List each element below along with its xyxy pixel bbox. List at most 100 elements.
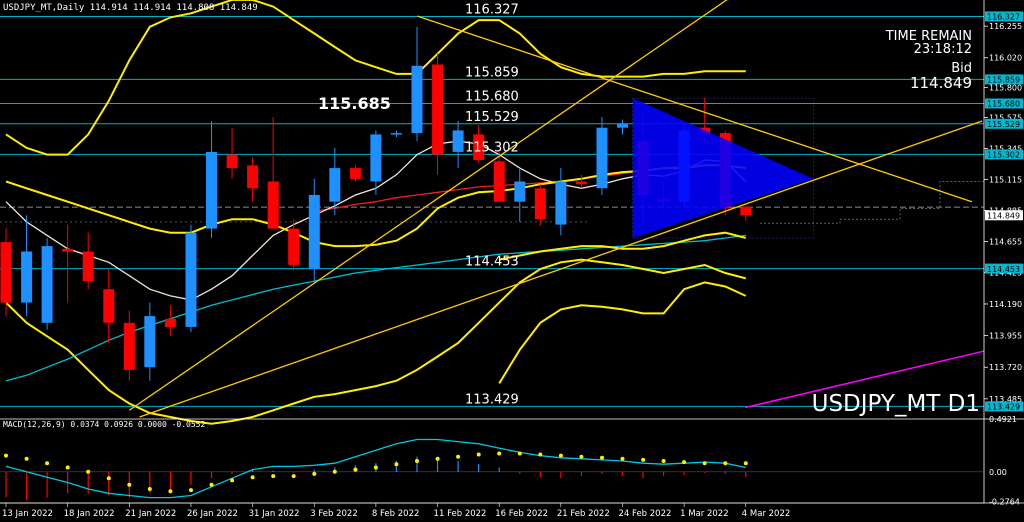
chart: 116.327 115.859 115.680 115.529 115.302 114.4…: [0, 0, 1024, 522]
candle-body: [144, 316, 156, 368]
macd-signal-dot: [476, 452, 481, 457]
time-tick-label: 11 Feb 2022: [434, 509, 487, 519]
candle-body: [349, 168, 361, 179]
axis-tick-label: 114.190: [989, 300, 1022, 309]
candle-body: [267, 181, 279, 229]
macd-signal-dot: [24, 456, 29, 461]
time-tick-label: 8 Feb 2022: [372, 509, 420, 519]
time-tick-label: 1 Mar 2022: [680, 509, 728, 519]
macd-signal-dot: [271, 474, 276, 479]
level-tag: 115.680: [987, 100, 1020, 109]
macd-signal-dot: [641, 457, 646, 462]
macd-signal-dot: [497, 451, 502, 456]
candle-body: [164, 318, 176, 327]
level-tag: 114.453: [987, 265, 1020, 274]
level-label: 114.453: [465, 255, 519, 270]
candle-body: [617, 123, 628, 128]
axis-tick-label: 116.255: [989, 22, 1022, 31]
candle-body: [247, 165, 259, 189]
macd-signal-dot: [579, 454, 584, 459]
price-axis: 116.255116.020115.800115.575115.345115.1…: [983, 0, 1024, 522]
level-label: 115.529: [465, 110, 519, 125]
candle-body: [206, 151, 217, 229]
macd-signal-dot: [558, 453, 563, 458]
macd-signal-dot: [291, 474, 296, 479]
macd-signal-dot: [332, 469, 337, 474]
macd-signal-dot: [620, 456, 625, 461]
macd-tick-label: -0.2764: [989, 498, 1020, 507]
axis-tick-label: 113.955: [989, 332, 1022, 341]
axis-tick-label: 115.115: [989, 176, 1022, 185]
time-tick-label: 13 Jan 2022: [2, 509, 53, 519]
axis-tick-label: 116.020: [989, 54, 1022, 63]
candle-body: [555, 181, 567, 225]
macd-signal-dot: [353, 467, 358, 472]
time-remain-value: 23:18:12: [914, 42, 972, 57]
candle-body: [103, 289, 115, 323]
candle-body: [534, 188, 546, 220]
macd-signal-dot: [127, 482, 132, 487]
symbol-label: USDJPY_MT D1: [812, 391, 980, 417]
candle-body: [411, 65, 423, 134]
time-tick-label: 31 Jan 2022: [249, 509, 300, 519]
candle-body: [123, 322, 135, 370]
level-tag: 115.302: [987, 151, 1020, 160]
axis-tick-label: 113.720: [989, 363, 1022, 372]
time-tick-label: 24 Feb 2022: [619, 509, 672, 519]
candle-body: [575, 181, 587, 185]
macd-signal-dot: [65, 465, 70, 470]
macd-signal-dot: [415, 459, 419, 463]
macd-tick-label: 0.00: [989, 468, 1007, 477]
candle-body: [740, 206, 752, 216]
candle-body: [452, 130, 464, 152]
macd-signal-dot: [250, 475, 255, 480]
candle-body: [329, 168, 341, 202]
candle-body: [514, 181, 526, 202]
candle-body: [596, 127, 608, 189]
candle-body: [288, 228, 300, 265]
macd-tick-label: 0.4921: [989, 415, 1017, 424]
bid-value: 114.849: [910, 74, 972, 92]
bid-tag: 114.849: [987, 212, 1020, 221]
macd-signal-dot: [435, 456, 440, 461]
candle-body: [0, 242, 12, 303]
level-label: 116.327: [465, 2, 519, 17]
macd-signal-dot: [4, 453, 8, 458]
macd-signal-dot: [106, 476, 111, 481]
macd-signal-dot: [168, 489, 173, 494]
candle-body: [82, 251, 94, 282]
candle-body: [226, 154, 238, 169]
candle-body: [308, 195, 320, 269]
macd-signal-dot: [682, 460, 687, 465]
level-tag: 113.429: [987, 403, 1020, 412]
macd-signal-dot: [45, 461, 50, 466]
candle-body: [41, 246, 53, 323]
macd-signal-dot: [661, 459, 666, 463]
macd-signal-dot: [743, 461, 748, 466]
candle-body: [185, 232, 197, 327]
level-tag: 115.529: [987, 120, 1020, 129]
candle-body: [21, 251, 33, 303]
macd-signal-dot: [517, 451, 522, 456]
chart-header: USDJPY_MT,Daily 114.914 114.914 114.808 …: [3, 3, 258, 13]
macd-signal-dot: [312, 471, 317, 476]
axis-tick-label: 115.800: [989, 83, 1022, 92]
time-tick-label: 3 Feb 2022: [310, 509, 358, 519]
candle-body: [62, 248, 74, 252]
macd-signal-dot: [189, 488, 193, 493]
macd-signal-dot: [230, 478, 235, 483]
time-tick-label: 21 Feb 2022: [557, 509, 610, 519]
macd-signal-dot: [723, 461, 728, 466]
level-label: 115.680: [465, 90, 519, 105]
axis-tick-label: 114.655: [989, 237, 1022, 246]
level-tag: 115.859: [987, 76, 1020, 85]
big-price-label: 115.685: [318, 94, 391, 113]
macd-signal-dot: [373, 465, 378, 470]
candle-body: [390, 133, 402, 135]
macd-signal-dot: [702, 461, 707, 466]
macd-signal-dot: [538, 452, 543, 457]
macd-signal-dot: [86, 469, 91, 474]
time-tick-label: 4 Mar 2022: [742, 509, 790, 519]
candle-body: [432, 64, 444, 155]
candle-body: [370, 134, 382, 182]
